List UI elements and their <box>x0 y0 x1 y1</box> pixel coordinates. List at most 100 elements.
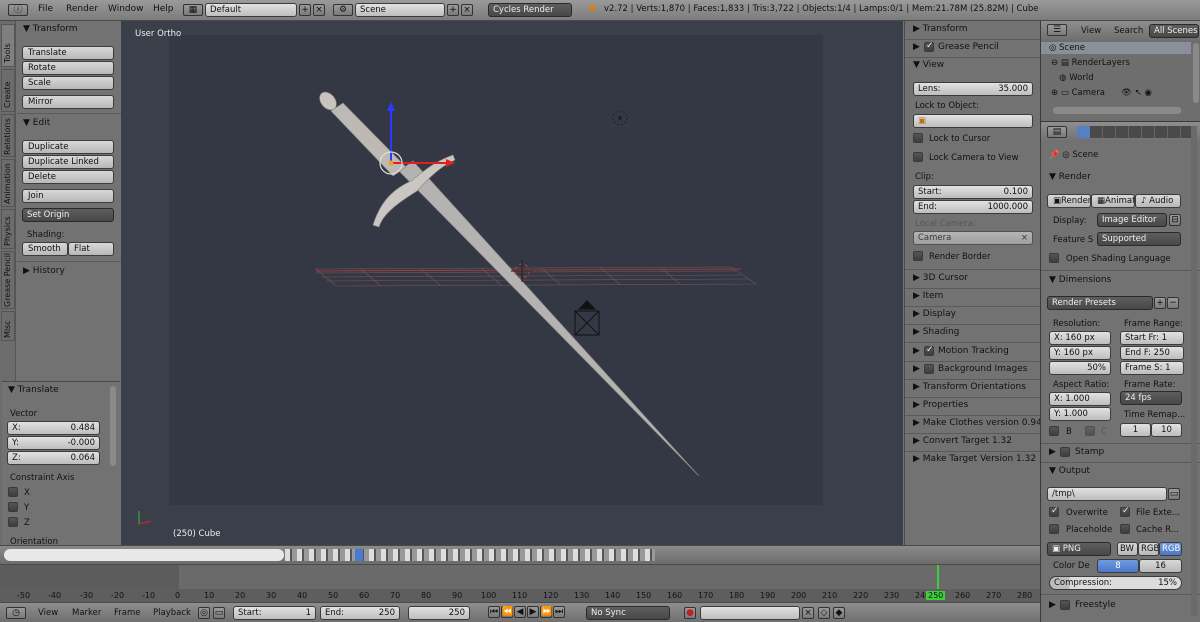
menu-help[interactable]: Help <box>153 4 174 14</box>
outliner-scrollbar[interactable] <box>1193 43 1199 103</box>
duplicate-linked-button[interactable]: Duplicate Linked <box>22 155 114 169</box>
outliner-display-dropdown[interactable]: All Scenes <box>1149 24 1199 38</box>
color-depth-8-button[interactable]: 8 <box>1097 559 1139 573</box>
menu-window[interactable]: Window <box>108 4 144 14</box>
background-images-checkbox[interactable] <box>924 364 934 374</box>
timeline-view-menu[interactable]: View <box>38 608 58 618</box>
audio-button[interactable]: ♪ Audio <box>1135 194 1181 208</box>
rgb-button[interactable]: RGB <box>1138 542 1159 556</box>
animation-button[interactable]: ▦Animati <box>1091 194 1135 208</box>
insert-keyframe-icon[interactable]: ◇ <box>818 607 830 619</box>
remove-keying-set-icon[interactable]: × <box>802 607 814 619</box>
stamp-panel-header[interactable]: ▶ <box>1049 447 1056 457</box>
freestyle-panel-header[interactable]: ▶ <box>1049 600 1056 610</box>
mirror-button[interactable]: Mirror <box>22 95 114 109</box>
npanel-convert-target-header[interactable]: ▶ Convert Target 1.32 <box>913 436 1012 446</box>
npanel-item-header[interactable]: ▶ Item <box>913 291 943 301</box>
start-frame-timeline-field[interactable]: Start: 1 <box>233 606 316 620</box>
outliner-row-camera[interactable]: ⊕ ▭ Camera 👁 ↖ ◉ <box>1051 88 1152 98</box>
outliner-row-world[interactable]: ◍ World <box>1051 73 1094 83</box>
outliner-search-menu[interactable]: Search <box>1114 26 1143 36</box>
scene-icon[interactable]: ⚙ <box>333 4 353 16</box>
clip-start-field[interactable]: Start: 0.100 <box>913 185 1033 199</box>
add-preset-icon[interactable]: + <box>1154 297 1166 309</box>
render-context-icon[interactable] <box>1077 126 1090 138</box>
npanel-display-header[interactable]: ▶ Display <box>913 309 956 319</box>
vector-y-field[interactable]: Y: -0.000 <box>7 436 100 450</box>
feature-set-dropdown[interactable]: Supported <box>1097 232 1181 246</box>
tab-tools[interactable]: Tools <box>1 24 15 67</box>
end-frame-timeline-field[interactable]: End: 250 <box>320 606 400 620</box>
resolution-x-field[interactable]: X: 160 px <box>1049 331 1111 345</box>
transform-panel-header[interactable]: ▼ Transform <box>23 24 78 34</box>
keying-set-field[interactable] <box>700 606 800 620</box>
selected-layer-icon[interactable] <box>355 549 363 561</box>
outliner-hscrollbar[interactable] <box>1053 107 1181 114</box>
tab-create[interactable]: Create <box>1 69 15 112</box>
current-frame-field[interactable]: 250 <box>408 606 470 620</box>
rgba-button[interactable]: RGB <box>1159 542 1182 556</box>
crop-checkbox[interactable] <box>1085 426 1095 436</box>
npanel-background-images-header[interactable]: ▶ <box>913 364 920 374</box>
play-icon[interactable]: ▶ <box>527 606 539 618</box>
operator-header[interactable]: ▼ Translate <box>8 385 59 395</box>
timeline-playback-menu[interactable]: Playback <box>153 608 191 618</box>
grease-pencil-checkbox[interactable] <box>924 41 934 52</box>
npanel-transform-orientations-header[interactable]: ▶ Transform Orientations <box>913 382 1026 392</box>
placeholders-checkbox[interactable] <box>1049 524 1059 534</box>
npanel-shading-header[interactable]: ▶ Shading <box>913 327 959 337</box>
render-panel-header[interactable]: ▼ Render <box>1049 172 1091 182</box>
join-button[interactable]: Join <box>22 189 114 203</box>
delete-keyframe-icon[interactable]: ◆ <box>833 607 845 619</box>
lock-object-field[interactable]: ▣ <box>913 114 1033 128</box>
npanel-make-clothes-header[interactable]: ▶ Make Clothes version 0.949 <box>913 418 1048 428</box>
duplicate-button[interactable]: Duplicate <box>22 140 114 154</box>
outliner-row-renderlayers[interactable]: ⊖ ▤ RenderLayers <box>1051 58 1130 68</box>
tab-physics[interactable]: Physics <box>1 209 15 249</box>
render-button[interactable]: ▣Render <box>1047 194 1091 208</box>
tab-misc[interactable]: Misc <box>1 311 15 341</box>
history-panel-header[interactable]: ▶ History <box>23 266 65 276</box>
render-border-checkbox[interactable] <box>913 251 923 261</box>
current-frame-marker[interactable] <box>937 565 939 589</box>
flat-button[interactable]: Flat <box>68 242 114 256</box>
output-panel-header[interactable]: ▼ Output <box>1049 466 1090 476</box>
display-dropdown[interactable]: Image Editor <box>1097 213 1167 227</box>
scene-field[interactable]: Scene <box>355 3 445 17</box>
edit-panel-header[interactable]: ▼ Edit <box>23 118 50 128</box>
output-path-field[interactable]: /tmp\ <box>1047 487 1167 501</box>
render-engine-dropdown[interactable]: Cycles Render <box>488 3 572 17</box>
npanel-grease-pencil-header[interactable]: ▶ <box>913 42 920 52</box>
rotate-button[interactable]: Rotate <box>22 61 114 75</box>
menu-file[interactable]: File <box>38 4 53 14</box>
properties-scrollbar[interactable] <box>1191 126 1197 616</box>
motion-tracking-checkbox[interactable] <box>924 345 934 356</box>
properties-editor-icon[interactable]: ▤ <box>1047 126 1067 138</box>
timeline-marker-menu[interactable]: Marker <box>72 608 101 618</box>
bw-button[interactable]: BW <box>1117 542 1138 556</box>
file-format-dropdown[interactable]: ▣ PNG <box>1047 542 1111 556</box>
constraint-x-checkbox[interactable] <box>8 487 18 497</box>
outliner-editor-icon[interactable]: ☰ <box>1047 24 1067 36</box>
npanel-3d-cursor-header[interactable]: ▶ 3D Cursor <box>913 273 968 283</box>
osl-checkbox[interactable] <box>1049 253 1059 263</box>
npanel-properties-header[interactable]: ▶ Properties <box>913 400 968 410</box>
layout-icon[interactable]: ▦ <box>183 4 203 16</box>
preview-range-icon[interactable]: ◎ <box>198 607 210 619</box>
tab-grease-pencil[interactable]: Grease Pencil <box>1 251 15 309</box>
tab-animation[interactable]: Animation <box>1 159 15 207</box>
clip-end-field[interactable]: End: 1000.000 <box>913 200 1033 214</box>
overwrite-checkbox[interactable] <box>1049 506 1059 517</box>
vector-z-field[interactable]: Z: 0.064 <box>7 451 100 465</box>
set-origin-dropdown[interactable]: Set Origin <box>22 208 114 222</box>
jump-start-icon[interactable]: ⏮ <box>488 606 500 618</box>
npanel-make-target-header[interactable]: ▶ Make Target Version 1.32 <box>913 454 1036 464</box>
local-camera-field[interactable]: Camera × <box>913 231 1033 245</box>
scale-button[interactable]: Scale <box>22 76 114 90</box>
timeline-frame-menu[interactable]: Frame <box>114 608 140 618</box>
folder-icon[interactable]: ▭ <box>1168 488 1180 500</box>
npanel-transform-header[interactable]: ▶ Transform <box>913 24 968 34</box>
lock-range-icon[interactable]: ▭ <box>213 607 225 619</box>
lock-to-cursor-checkbox[interactable] <box>913 133 923 143</box>
header-toolbar-icons[interactable] <box>285 549 655 561</box>
